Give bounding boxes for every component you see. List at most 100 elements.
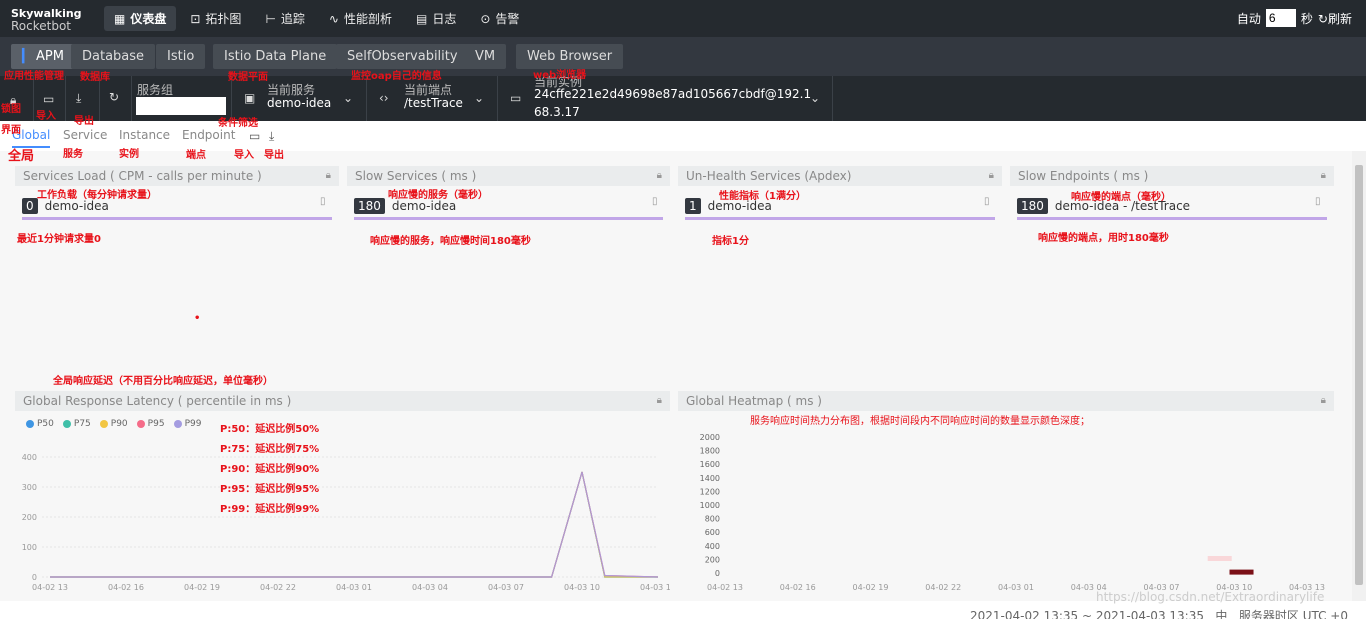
tab-apm[interactable]: ▎ APM xyxy=(11,44,75,69)
time-range[interactable]: 2021-04-02 13:35 ~ 2021-04-03 13:35 xyxy=(970,609,1204,619)
annotation: P:50：延迟比例50% xyxy=(220,424,320,435)
nav-trace[interactable]: ⊢ 追踪 xyxy=(255,6,314,31)
subtab-instance[interactable]: Instance xyxy=(119,128,170,142)
legend-label: P90 xyxy=(110,419,128,429)
annotation: 导出 xyxy=(264,150,284,161)
seconds-label: 秒 xyxy=(1300,11,1313,26)
y-tick-label: 200 xyxy=(705,555,720,564)
legend-item[interactable]: P99 xyxy=(173,419,202,429)
current-endpoint-select[interactable]: /testTrace xyxy=(404,96,463,110)
timezone[interactable]: 服务器时区 UTC +0 xyxy=(1239,609,1348,619)
tab-istio-data-plane[interactable]: Istio Data Plane xyxy=(213,44,338,69)
legend-item[interactable]: P50 xyxy=(26,419,54,429)
instance-icon: ▭ xyxy=(510,91,522,105)
x-tick-label: 04-03 01 xyxy=(336,583,372,592)
current-instance-select-cont[interactable]: 68.3.17 xyxy=(534,105,580,119)
chevron-down-icon[interactable]: ⌄ xyxy=(474,91,484,105)
x-tick-label: 04-03 10 xyxy=(564,583,600,592)
nav-dashboard[interactable]: ▦ 仪表盘 xyxy=(104,6,177,31)
current-service-select[interactable]: demo-idea xyxy=(267,96,331,110)
annotation: 响应慢的服务（毫秒） xyxy=(388,190,488,201)
x-tick-label: 04-02 16 xyxy=(780,583,816,592)
services-load-header: Services Load ( CPM - calls per minute )… xyxy=(15,166,339,186)
annotation: P:75：延迟比例75% xyxy=(220,444,320,455)
legend-item[interactable]: P90 xyxy=(99,419,128,429)
unhealth-services-header: Un-Health Services (Apdex) 🔒︎ xyxy=(678,166,1002,186)
y-tick-label: 1200 xyxy=(700,487,720,496)
card-title: Slow Services ( ms ) xyxy=(355,169,477,183)
nav-label: 告警 xyxy=(495,12,520,26)
download-export-icon[interactable]: ⤓ xyxy=(269,129,274,144)
y-tick-label: 100 xyxy=(22,543,37,552)
nav-profile[interactable]: ∿ 性能剖析 xyxy=(319,6,402,31)
slow-endpoints-header: Slow Endpoints ( ms ) 🔒︎ xyxy=(1010,166,1334,186)
copy-icon[interactable]: ▯ xyxy=(984,196,990,207)
folder-import-icon[interactable]: ▭ xyxy=(43,92,54,106)
copy-icon[interactable]: ▯ xyxy=(652,196,658,207)
value-badge: 0 xyxy=(22,198,38,214)
nav-log[interactable]: ▤ 日志 xyxy=(406,6,466,31)
legend-dot xyxy=(26,419,34,428)
legend-label: P75 xyxy=(73,419,91,429)
legend-item[interactable]: P95 xyxy=(136,419,165,429)
lock-icon[interactable]: 🔒︎ xyxy=(657,391,662,411)
refresh-button[interactable]: ↻刷新 xyxy=(1318,10,1352,27)
auto-interval-input[interactable] xyxy=(1265,9,1296,27)
current-instance-select[interactable]: 24cffe221e2d49698e87ad105667cbdf@192.1 xyxy=(534,87,811,101)
download-export-icon[interactable]: ⤓ xyxy=(76,91,81,106)
tab-label: APM xyxy=(36,49,64,64)
y-tick-label: 400 xyxy=(705,542,720,551)
slow-services-header: Slow Services ( ms ) 🔒︎ xyxy=(347,166,670,186)
card-title: Services Load ( CPM - calls per minute ) xyxy=(23,169,262,183)
latency-legend: P50 P75 P90 P95 P99 xyxy=(26,419,201,429)
x-tick-label: 04-02 22 xyxy=(925,583,961,592)
tab-istio[interactable]: Istio xyxy=(156,44,206,69)
lock-icon[interactable]: 🔒︎ xyxy=(657,166,662,186)
annotation: 监控oap自己的信息 xyxy=(351,71,442,82)
value-bar xyxy=(22,217,332,220)
tab-vm[interactable]: VM xyxy=(464,44,507,69)
language-toggle[interactable]: 中 xyxy=(1215,609,1227,619)
profile-icon: ∿ xyxy=(328,11,339,26)
value-badge: 180 xyxy=(1017,198,1048,214)
annotation: 数据库 xyxy=(80,72,110,83)
annotation: 全局 xyxy=(8,149,35,164)
annotation: 响应慢的端点，用时180毫秒 xyxy=(1038,233,1169,244)
nav-topology[interactable]: ⊡ 拓扑图 xyxy=(180,6,251,31)
scrollbar-thumb[interactable] xyxy=(1355,165,1363,585)
legend-label: P99 xyxy=(184,419,202,429)
subtab-endpoint[interactable]: Endpoint xyxy=(182,128,235,142)
chevron-down-icon[interactable]: ⌄ xyxy=(810,91,820,105)
nav-label: 性能剖析 xyxy=(343,12,392,26)
folder-import-icon[interactable]: ▭ xyxy=(249,129,260,143)
divider xyxy=(497,76,498,121)
y-tick-label: 0 xyxy=(715,569,720,578)
y-tick-label: 300 xyxy=(22,483,37,492)
vertical-scrollbar[interactable] xyxy=(1352,151,1366,601)
copy-icon[interactable]: ▯ xyxy=(320,196,326,207)
lock-icon[interactable]: 🔒︎ xyxy=(1321,391,1326,411)
reload-icon[interactable]: ↻ xyxy=(109,90,119,104)
annotation: 导入 xyxy=(36,111,56,122)
annotation: 条件筛选 xyxy=(218,118,258,129)
service-group-input[interactable] xyxy=(136,97,226,115)
top-navbar: Skywalking Rocketbot ▦ 仪表盘 ⊡ 拓扑图 ⊢ 追踪 ∿ 性能剖析… xyxy=(0,0,1366,37)
lock-icon[interactable]: 🔒︎ xyxy=(989,166,994,186)
heatmap-cell xyxy=(1229,569,1254,575)
chevron-down-icon[interactable]: ⌄ xyxy=(343,91,353,105)
tab-database[interactable]: Database xyxy=(71,44,156,69)
y-tick-label: 600 xyxy=(705,528,720,537)
lock-icon[interactable]: 🔒︎ xyxy=(1321,166,1326,186)
copy-icon[interactable]: ▯ xyxy=(1315,196,1321,207)
nav-alarm[interactable]: ⊙ 告警 xyxy=(470,6,529,31)
card-title: Slow Endpoints ( ms ) xyxy=(1018,169,1149,183)
annotation: 端点 xyxy=(186,150,206,161)
tab-selfobservability[interactable]: SelfObservability xyxy=(336,44,469,69)
value-bar xyxy=(685,217,995,220)
legend-item[interactable]: P75 xyxy=(62,419,91,429)
x-tick-label: 04-03 07 xyxy=(488,583,524,592)
logo[interactable]: Skywalking Rocketbot xyxy=(11,8,82,33)
subtab-service[interactable]: Service xyxy=(63,128,107,142)
item-name: demo-idea xyxy=(44,199,109,213)
lock-icon[interactable]: 🔒︎ xyxy=(326,166,331,186)
